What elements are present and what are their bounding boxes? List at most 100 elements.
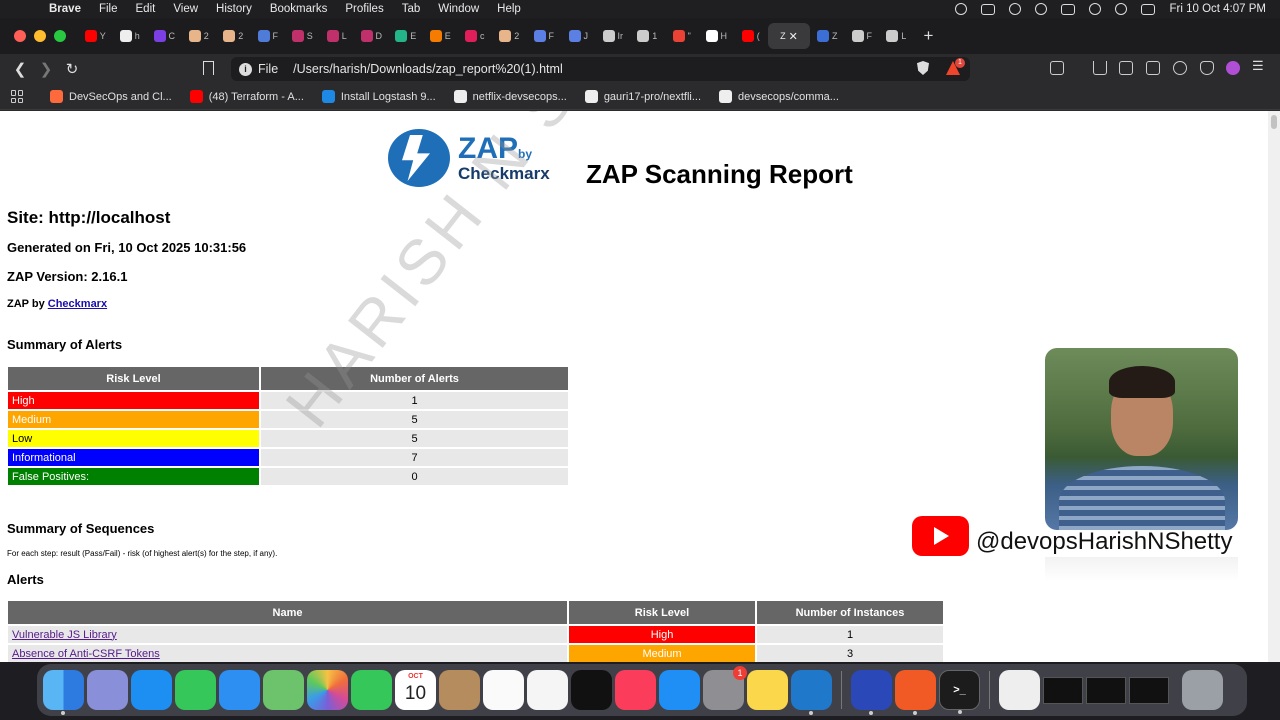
new-tab-button[interactable]: + (914, 26, 934, 46)
bookmark-item[interactable]: devsecops/comma... (719, 90, 839, 103)
contacts-icon[interactable] (439, 670, 480, 710)
menu-window[interactable]: Window (429, 3, 488, 15)
bookmark-icon[interactable] (203, 61, 214, 75)
browser-tab[interactable]: 2 (182, 23, 217, 49)
checkmarx-link[interactable]: Checkmarx (48, 298, 107, 310)
close-tab-icon[interactable]: ✕ (789, 30, 798, 43)
page-scrollbar[interactable] (1268, 111, 1280, 662)
browser-tab[interactable]: J (561, 23, 596, 49)
calendar-icon[interactable]: OCT 10 (395, 670, 436, 710)
wallet-icon[interactable] (1146, 61, 1160, 75)
system-settings-icon[interactable]: 1 (703, 666, 747, 710)
forward-button[interactable]: ❯ (33, 60, 59, 78)
notes-icon[interactable] (747, 670, 788, 710)
photos-icon[interactable] (307, 670, 348, 710)
facetime-icon[interactable] (351, 670, 392, 710)
bookmark-item[interactable]: gauri17-pro/nextfli... (584, 90, 701, 103)
bookmark-item[interactable]: netflix-devsecops... (453, 90, 567, 103)
vpn-icon[interactable] (1200, 61, 1214, 75)
close-window-button[interactable] (14, 30, 26, 42)
music-icon[interactable] (615, 670, 656, 710)
search-icon[interactable] (1115, 3, 1128, 15)
alert-name-link[interactable]: Absence of Anti-CSRF Tokens (12, 648, 160, 660)
browser-tab[interactable]: h (113, 23, 148, 49)
menu-help[interactable]: Help (488, 3, 530, 15)
safari-icon[interactable] (131, 670, 172, 710)
menu-view[interactable]: View (164, 3, 207, 15)
apps-grid-icon[interactable] (11, 90, 24, 103)
screen-sharing-icon[interactable] (851, 670, 892, 715)
window-thumbnail-2[interactable] (1086, 676, 1126, 704)
freeform-icon[interactable] (527, 670, 568, 710)
profile-avatar[interactable] (1226, 61, 1240, 75)
browser-tab[interactable]: Y (78, 23, 113, 49)
menu-file[interactable]: File (90, 3, 127, 15)
launchpad-icon[interactable] (87, 670, 128, 710)
browser-tab[interactable]: F (845, 23, 880, 49)
menu-hamburger-icon[interactable]: ☰ (1252, 58, 1266, 73)
window-thumbnail-3[interactable] (1129, 676, 1169, 704)
menu-profiles[interactable]: Profiles (336, 3, 392, 15)
menu-tab[interactable]: Tab (393, 3, 430, 15)
finder-icon[interactable] (43, 670, 84, 715)
volume-icon[interactable] (1009, 3, 1022, 15)
alert-name-link[interactable]: Vulnerable JS Library (12, 629, 117, 641)
browser-tab[interactable]: 2 (492, 23, 527, 49)
leo-ai-icon[interactable] (1173, 61, 1187, 75)
browser-tab[interactable]: c (458, 23, 493, 49)
control-center-icon[interactable] (1141, 3, 1156, 15)
creative-cloud-icon[interactable] (955, 3, 968, 15)
browser-tab[interactable]: C (147, 23, 182, 49)
browser-tab[interactable]: " (665, 23, 700, 49)
bookmark-item[interactable]: Install Logstash 9... (321, 90, 436, 103)
menu-history[interactable]: History (207, 3, 261, 15)
url-text[interactable]: /Users/harish/Downloads/zap_report%20(1)… (293, 62, 563, 76)
browser-tab[interactable]: S (285, 23, 320, 49)
browser-tab[interactable]: L (320, 23, 355, 49)
browser-tab[interactable]: ( (734, 23, 769, 49)
bookmark-item[interactable]: DevSecOps and Cl... (50, 90, 172, 103)
apple-tv-icon[interactable] (571, 670, 612, 710)
play-icon[interactable] (1035, 3, 1048, 15)
zoom-window-button[interactable] (54, 30, 66, 42)
browser-tab[interactable]: Ir (596, 23, 631, 49)
window-thumbnail-1[interactable] (1043, 676, 1083, 704)
mail-icon[interactable] (219, 670, 260, 710)
vscode-icon[interactable] (791, 670, 832, 715)
active-tab[interactable]: Z ✕ (768, 23, 810, 49)
menu-app-name[interactable]: Brave (40, 3, 90, 15)
menu-clock[interactable]: Fri 10 Oct 4:07 PM (1169, 3, 1266, 15)
document-thumbnail[interactable] (999, 670, 1040, 710)
browser-tab[interactable]: H (699, 23, 734, 49)
site-info-icon[interactable]: i (239, 62, 252, 76)
address-bar[interactable]: i File /Users/harish/Downloads/zap_repor… (231, 57, 970, 81)
browser-tab[interactable]: 2 (216, 23, 251, 49)
browser-tab[interactable]: E (389, 23, 424, 49)
browser-tab[interactable]: Z (810, 23, 845, 49)
download-icon[interactable] (1093, 61, 1107, 75)
reader-mode-icon[interactable] (1050, 61, 1064, 75)
wifi-icon[interactable] (1089, 3, 1102, 15)
terminal-icon[interactable]: >_ (939, 670, 980, 714)
minimize-window-button[interactable] (34, 30, 46, 42)
sidebar-icon[interactable] (1119, 61, 1133, 75)
browser-tab[interactable]: F (527, 23, 562, 49)
browser-tab[interactable]: F (251, 23, 286, 49)
browser-tab[interactable]: E (423, 23, 458, 49)
maps-icon[interactable] (263, 670, 304, 710)
back-button[interactable]: ❮ (7, 60, 33, 78)
menu-bookmarks[interactable]: Bookmarks (261, 3, 337, 15)
battery-icon[interactable] (1061, 3, 1076, 15)
display-icon[interactable] (981, 3, 996, 15)
browser-tab[interactable]: 1 (630, 23, 665, 49)
brave-icon[interactable] (895, 670, 936, 715)
menu-edit[interactable]: Edit (127, 3, 165, 15)
browser-tab[interactable]: D (354, 23, 389, 49)
reminders-icon[interactable] (483, 670, 524, 710)
reload-button[interactable]: ↻ (59, 60, 85, 78)
browser-tab[interactable]: L (879, 23, 914, 49)
scrollbar-thumb[interactable] (1271, 115, 1277, 129)
trash-icon[interactable] (1182, 670, 1223, 710)
bookmark-item[interactable]: (48) Terraform - A... (189, 90, 304, 103)
messages-icon[interactable] (175, 670, 216, 710)
